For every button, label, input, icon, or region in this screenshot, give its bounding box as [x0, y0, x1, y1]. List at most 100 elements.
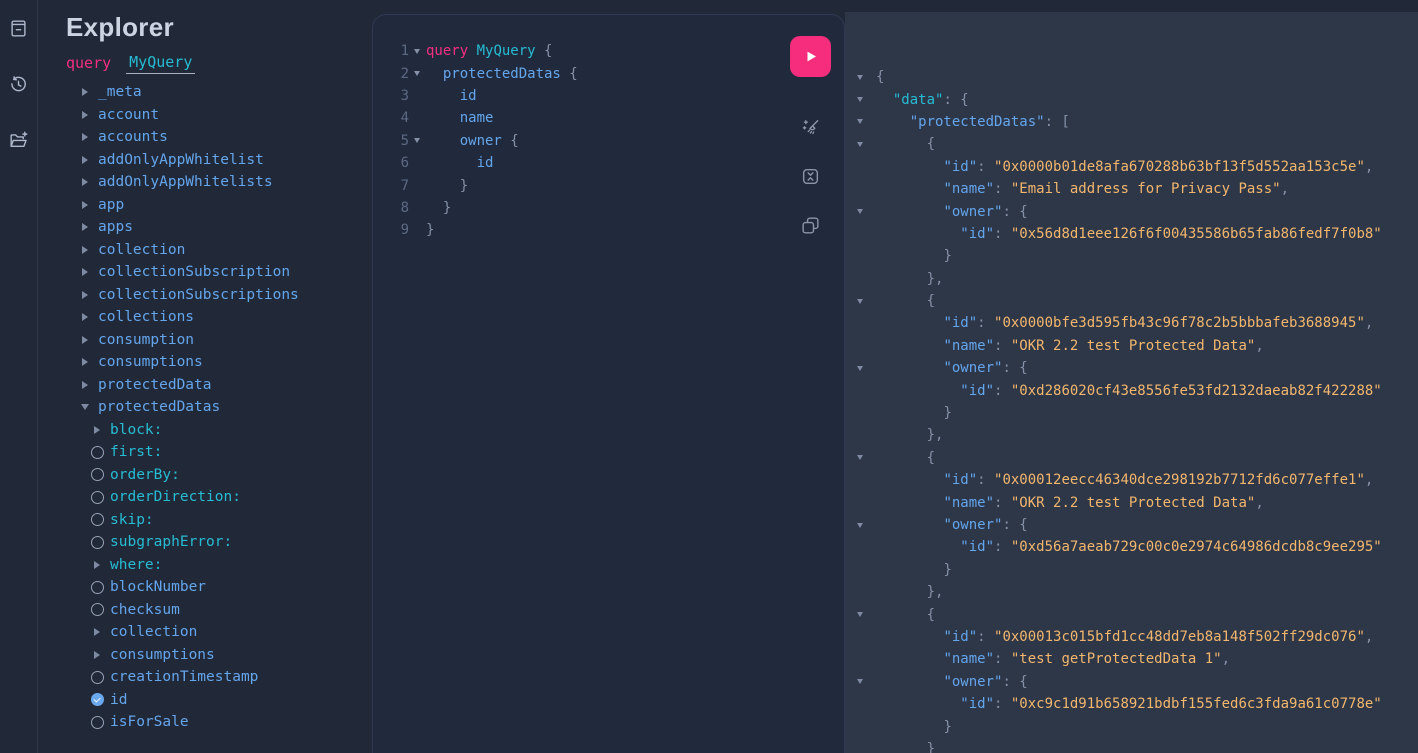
- fold-caret-icon[interactable]: [855, 142, 876, 147]
- radio-unchecked-icon[interactable]: [90, 513, 104, 526]
- radio-unchecked-icon[interactable]: [90, 491, 104, 504]
- caret-right-icon[interactable]: [78, 246, 92, 254]
- radio-unchecked-icon[interactable]: [90, 671, 104, 684]
- fold-caret-icon[interactable]: [855, 119, 876, 124]
- explorer-field-row[interactable]: collectionSubscription: [78, 261, 360, 284]
- editor-line[interactable]: 9}: [373, 219, 844, 241]
- caret-right-icon[interactable]: [90, 651, 104, 659]
- execute-query-button[interactable]: [790, 36, 831, 77]
- json-text: }: [876, 248, 952, 264]
- fold-caret-icon[interactable]: [855, 366, 876, 371]
- editor-line[interactable]: 7 }: [373, 174, 844, 196]
- explorer-field-row[interactable]: addOnlyAppWhitelists: [78, 171, 360, 194]
- caret-right-icon[interactable]: [90, 561, 104, 569]
- explorer-arg-row[interactable]: skip:: [90, 509, 360, 532]
- new-workspace-folder-icon[interactable]: [7, 128, 31, 152]
- explorer-field-row[interactable]: id: [90, 689, 360, 712]
- editor-line[interactable]: 4 name: [373, 107, 844, 129]
- explorer-field-row[interactable]: blockNumber: [90, 576, 360, 599]
- fold-caret-icon[interactable]: [855, 75, 876, 80]
- editor-line[interactable]: 1query MyQuery {: [373, 40, 844, 62]
- editor-line[interactable]: 8 }: [373, 197, 844, 219]
- radio-unchecked-icon[interactable]: [90, 468, 104, 481]
- radio-unchecked-icon[interactable]: [90, 603, 104, 616]
- code-text: }: [426, 178, 468, 194]
- caret-right-icon[interactable]: [78, 358, 92, 366]
- explorer-field-row[interactable]: consumption: [78, 329, 360, 352]
- merge-fragments-icon[interactable]: [800, 165, 822, 187]
- explorer-field-row[interactable]: collectionSubscriptions: [78, 284, 360, 307]
- explorer-arg-row[interactable]: subgraphError:: [90, 531, 360, 554]
- editor-line[interactable]: 3 id: [373, 85, 844, 107]
- caret-right-icon[interactable]: [78, 268, 92, 276]
- explorer-field-row[interactable]: protectedData: [78, 374, 360, 397]
- explorer-arg-row[interactable]: first:: [90, 441, 360, 464]
- caret-right-icon[interactable]: [78, 111, 92, 119]
- caret-right-icon[interactable]: [78, 178, 92, 186]
- query-editor[interactable]: 1query MyQuery {2 protectedDatas {3 id4 …: [372, 14, 845, 753]
- explorer-field-row[interactable]: apps: [78, 216, 360, 239]
- tree-label: collections: [98, 309, 194, 325]
- caret-right-icon[interactable]: [90, 426, 104, 434]
- fold-caret-icon[interactable]: [855, 209, 876, 214]
- fold-caret-icon[interactable]: [855, 679, 876, 684]
- copy-query-icon[interactable]: [800, 214, 822, 236]
- response-line: }: [855, 402, 1418, 424]
- radio-unchecked-icon[interactable]: [90, 446, 104, 459]
- caret-right-icon[interactable]: [78, 133, 92, 141]
- fold-caret-icon[interactable]: [409, 71, 426, 76]
- explorer-field-row[interactable]: protectedDatas: [78, 396, 360, 419]
- line-number: 5: [373, 133, 409, 149]
- explorer-arg-row[interactable]: orderBy:: [90, 464, 360, 487]
- fold-caret-icon[interactable]: [855, 523, 876, 528]
- explorer-arg-row[interactable]: block:: [90, 419, 360, 442]
- history-icon[interactable]: [7, 72, 31, 96]
- radio-checked-icon[interactable]: [90, 693, 104, 706]
- fold-caret-icon[interactable]: [855, 612, 876, 617]
- explorer-field-row[interactable]: consumptions: [90, 644, 360, 667]
- fold-caret-icon[interactable]: [855, 455, 876, 460]
- json-text: }: [876, 562, 952, 578]
- radio-unchecked-icon[interactable]: [90, 536, 104, 549]
- editor-line[interactable]: 2 protectedDatas {: [373, 62, 844, 84]
- caret-right-icon[interactable]: [78, 223, 92, 231]
- play-icon: [801, 47, 820, 66]
- caret-right-icon[interactable]: [78, 336, 92, 344]
- explorer-arg-row[interactable]: orderDirection:: [90, 486, 360, 509]
- explorer-field-row[interactable]: isForSale: [90, 711, 360, 734]
- caret-right-icon[interactable]: [78, 313, 92, 321]
- caret-right-icon[interactable]: [78, 291, 92, 299]
- explorer-field-row[interactable]: checksum: [90, 599, 360, 622]
- radio-unchecked-icon[interactable]: [90, 716, 104, 729]
- explorer-field-row[interactable]: app: [78, 194, 360, 217]
- explorer-arg-row[interactable]: where:: [90, 554, 360, 577]
- fold-caret-icon[interactable]: [855, 299, 876, 304]
- caret-right-icon[interactable]: [78, 381, 92, 389]
- caret-down-icon[interactable]: [78, 404, 92, 410]
- caret-right-icon[interactable]: [90, 628, 104, 636]
- docs-icon[interactable]: [7, 16, 31, 40]
- explorer-field-row[interactable]: collections: [78, 306, 360, 329]
- fold-caret-icon[interactable]: [855, 97, 876, 102]
- editor-line[interactable]: 5 owner {: [373, 130, 844, 152]
- editor-line[interactable]: 6 id: [373, 152, 844, 174]
- operation-name-input[interactable]: MyQuery: [126, 53, 195, 74]
- explorer-field-row[interactable]: account: [78, 104, 360, 127]
- caret-right-icon[interactable]: [78, 88, 92, 96]
- caret-right-icon[interactable]: [78, 156, 92, 164]
- explorer-field-row[interactable]: accounts: [78, 126, 360, 149]
- fold-caret-icon[interactable]: [409, 138, 426, 143]
- explorer-field-row[interactable]: consumptions: [78, 351, 360, 374]
- response-viewer[interactable]: { "data": { "protectedDatas": [ { "id": …: [845, 12, 1418, 753]
- explorer-field-row[interactable]: collection: [78, 239, 360, 262]
- editor-toolbar: [790, 36, 831, 236]
- explorer-field-row[interactable]: addOnlyAppWhitelist: [78, 149, 360, 172]
- fold-caret-icon[interactable]: [409, 49, 426, 54]
- json-text: "id": "0x00013c015bfd1cc48dd7eb8a148f502…: [876, 629, 1373, 645]
- caret-right-icon[interactable]: [78, 201, 92, 209]
- radio-unchecked-icon[interactable]: [90, 581, 104, 594]
- explorer-field-row[interactable]: creationTimestamp: [90, 666, 360, 689]
- explorer-field-row[interactable]: _meta: [78, 81, 360, 104]
- prettify-icon[interactable]: [800, 116, 822, 138]
- explorer-field-row[interactable]: collection: [90, 621, 360, 644]
